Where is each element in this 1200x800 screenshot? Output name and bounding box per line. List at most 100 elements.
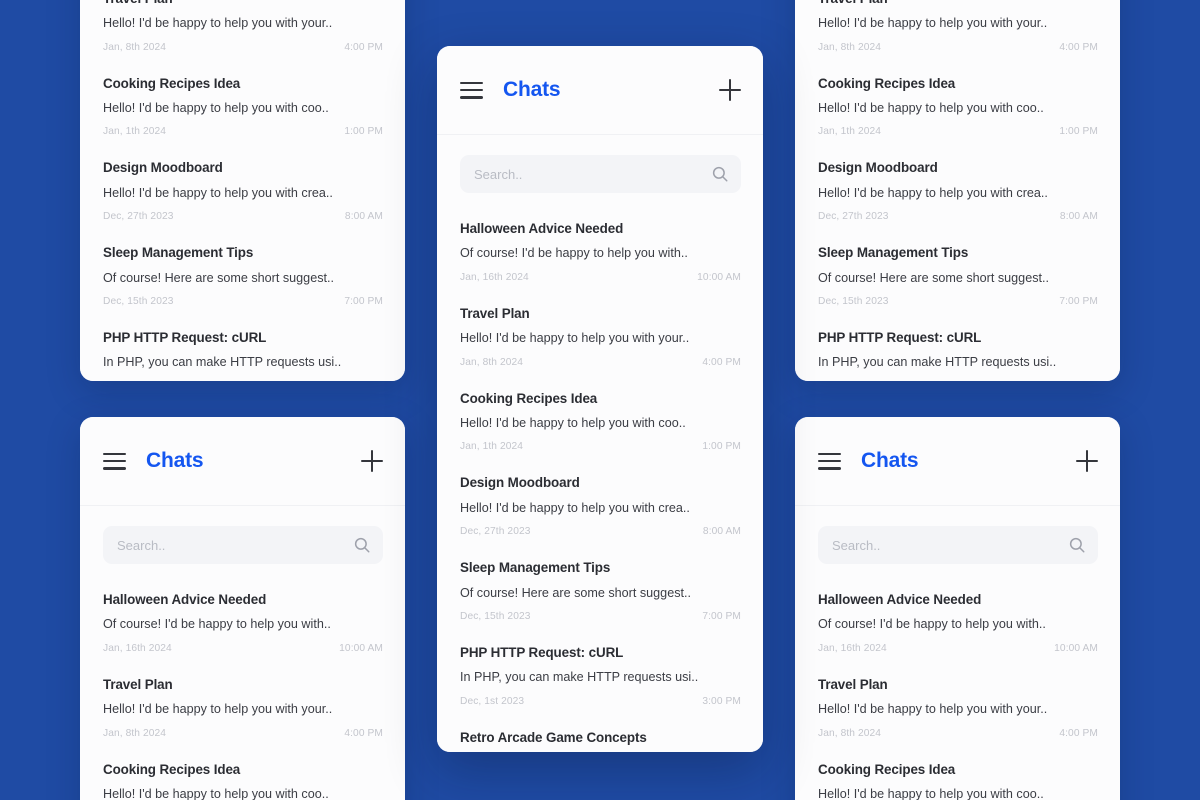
chat-item-date: Jan, 8th 2024 bbox=[818, 41, 882, 53]
search-bar[interactable] bbox=[460, 155, 741, 193]
chat-item-date: Jan, 16th 2024 bbox=[818, 642, 887, 654]
chat-list-item[interactable]: Cooking Recipes Idea Hello! I'd be happy … bbox=[818, 65, 1098, 150]
search-bar[interactable] bbox=[103, 526, 383, 564]
chat-list-item[interactable]: Sleep Management Tips Of course! Here are… bbox=[103, 234, 383, 319]
hamburger-menu-button[interactable] bbox=[460, 81, 483, 99]
chat-list-item[interactable]: Cooking Recipes Idea Hello! I'd be happy … bbox=[103, 65, 383, 150]
chat-item-meta: Jan, 16th 2024 10:00 AM bbox=[460, 272, 741, 283]
chat-item-date: Dec, 27th 2023 bbox=[818, 211, 889, 223]
chat-list-item[interactable]: Halloween Advice Needed Of course! I'd be… bbox=[103, 581, 383, 666]
chat-list-item[interactable]: Cooking Recipes Idea Hello! I'd be happy … bbox=[460, 380, 741, 465]
chat-item-title: PHP HTTP Request: cURL bbox=[460, 644, 624, 660]
chat-list-item[interactable]: Cooking Recipes Idea Hello! I'd be happy … bbox=[818, 751, 1098, 800]
search-icon[interactable] bbox=[711, 165, 729, 183]
hamburger-menu-icon bbox=[460, 81, 483, 99]
chat-item-preview: Hello! I'd be happy to help you with you… bbox=[103, 16, 333, 31]
page-title: Chats bbox=[146, 449, 204, 472]
chat-list-item[interactable]: Travel Plan Hello! I'd be happy to help y… bbox=[103, 0, 383, 65]
plus-icon bbox=[1076, 450, 1098, 472]
chat-item-time: 10:00 AM bbox=[339, 642, 383, 654]
phone-mockup-top-right: Chats Halloween Advice NeededOf course! … bbox=[795, 0, 1120, 381]
search-section bbox=[437, 135, 763, 202]
chat-item-title: Cooking Recipes Idea bbox=[818, 761, 956, 777]
chat-item-date: Jan, 1th 2024 bbox=[460, 441, 524, 453]
chat-item-date: Jan, 8th 2024 bbox=[818, 727, 882, 739]
chat-item-meta: Jan, 8th 2024 4:00 PM bbox=[818, 42, 1098, 53]
app-header: Chats bbox=[795, 417, 1120, 506]
chat-item-preview: Hello! I'd be happy to help you with you… bbox=[460, 331, 690, 346]
chat-item-meta: Dec, 27th 2023 8:00 AM bbox=[103, 211, 383, 222]
search-input[interactable] bbox=[832, 537, 1084, 553]
new-chat-button[interactable] bbox=[1076, 450, 1098, 472]
chat-list-item[interactable]: Halloween Advice Needed Of course! I'd be… bbox=[460, 210, 741, 295]
chat-item-time: 4:00 PM bbox=[1059, 727, 1098, 739]
chat-item-date: Jan, 1th 2024 bbox=[818, 126, 882, 138]
phone-mockup-top-left: Chats Halloween Advice NeededOf course! … bbox=[80, 0, 405, 381]
new-chat-button[interactable] bbox=[719, 79, 741, 101]
new-chat-button[interactable] bbox=[361, 450, 383, 472]
hamburger-menu-button[interactable] bbox=[103, 452, 126, 470]
chat-item-meta: Dec, 15th 2023 7:00 PM bbox=[818, 296, 1098, 307]
chat-list-item[interactable]: Travel Plan Hello! I'd be happy to help y… bbox=[818, 666, 1098, 751]
plus-icon bbox=[361, 450, 383, 472]
chat-item-title: PHP HTTP Request: cURL bbox=[103, 329, 267, 345]
chat-list-item[interactable]: Sleep Management Tips Of course! Here are… bbox=[460, 549, 741, 634]
chat-list-item[interactable]: PHP HTTP Request: cURL In PHP, you can ma… bbox=[103, 319, 383, 381]
chat-item-preview: In PHP, you can make HTTP requests usi.. bbox=[103, 355, 342, 370]
chat-item-time: 1:00 PM bbox=[344, 126, 383, 138]
chat-item-preview: Of course! I'd be happy to help you with… bbox=[460, 246, 688, 261]
chat-list-item[interactable]: PHP HTTP Request: cURL In PHP, you can ma… bbox=[818, 319, 1098, 381]
hamburger-menu-button[interactable] bbox=[818, 452, 841, 470]
search-input[interactable] bbox=[474, 166, 727, 182]
chat-list-item[interactable]: Design Moodboard Hello! I'd be happy to h… bbox=[103, 149, 383, 234]
chat-item-preview: Hello! I'd be happy to help you with cre… bbox=[818, 185, 1048, 200]
chat-list-item[interactable]: Sleep Management Tips Of course! Here are… bbox=[818, 234, 1098, 319]
chat-item-title: Sleep Management Tips bbox=[460, 560, 611, 576]
chat-item-time: 1:00 PM bbox=[1059, 126, 1098, 138]
chat-item-date: Dec, 15th 2023 bbox=[103, 295, 174, 307]
chat-list-item[interactable]: PHP HTTP Request: cURL In PHP, you can ma… bbox=[460, 634, 741, 719]
chat-item-title: Cooking Recipes Idea bbox=[103, 75, 241, 91]
chat-list-item[interactable]: Travel Plan Hello! I'd be happy to help y… bbox=[460, 295, 741, 380]
chat-item-preview: Hello! I'd be happy to help you with cre… bbox=[103, 185, 333, 200]
chat-item-preview: Of course! Here are some short suggest.. bbox=[818, 270, 1049, 285]
chat-item-meta: Dec, 15th 2023 7:00 PM bbox=[460, 611, 741, 622]
chat-list-item[interactable]: Design Moodboard Hello! I'd be happy to h… bbox=[818, 149, 1098, 234]
chat-list-item[interactable]: Cooking Recipes Idea Hello! I'd be happy … bbox=[103, 751, 383, 800]
chat-item-meta: Dec, 15th 2023 7:00 PM bbox=[103, 296, 383, 307]
chat-item-title: Halloween Advice Needed bbox=[818, 592, 982, 607]
chat-list-item[interactable]: Retro Arcade Game ConceptsPixel Pioneers… bbox=[460, 719, 741, 752]
search-icon[interactable] bbox=[1068, 536, 1086, 554]
phone-mockup-bottom-left: Chats Halloween Advice Needed Of course! … bbox=[80, 417, 405, 800]
search-input[interactable] bbox=[117, 537, 369, 553]
chat-item-date: Dec, 27th 2023 bbox=[460, 526, 531, 538]
chat-item-meta: Jan, 1th 2024 1:00 PM bbox=[460, 441, 741, 452]
search-icon[interactable] bbox=[353, 536, 371, 554]
chat-item-preview: Of course! Here are some short suggest.. bbox=[103, 270, 334, 285]
plus-icon bbox=[719, 79, 741, 101]
chat-item-preview: In PHP, you can make HTTP requests usi.. bbox=[818, 355, 1057, 370]
chat-list-item[interactable]: Design Moodboard Hello! I'd be happy to h… bbox=[460, 464, 741, 549]
search-bar[interactable] bbox=[818, 526, 1098, 564]
search-section bbox=[795, 506, 1120, 573]
chat-item-preview: Of course! I'd be happy to help you with… bbox=[818, 617, 1046, 632]
mockup-stage: Chats Halloween Advice Needed Of course! … bbox=[0, 0, 1200, 800]
chat-item-title: Design Moodboard bbox=[818, 160, 938, 176]
chat-item-time: 4:00 PM bbox=[344, 727, 383, 739]
chat-item-preview: Hello! I'd be happy to help you with coo… bbox=[103, 100, 329, 115]
chat-item-time: 3:00 PM bbox=[702, 695, 741, 707]
chat-list-item[interactable]: Halloween Advice Needed Of course! I'd be… bbox=[818, 581, 1098, 666]
chat-list-item[interactable]: Travel Plan Hello! I'd be happy to help y… bbox=[103, 666, 383, 751]
chat-item-time: 4:00 PM bbox=[1059, 41, 1098, 53]
chat-item-meta: Dec, 27th 2023 8:00 AM bbox=[460, 526, 741, 537]
chat-item-meta: Jan, 16th 2024 10:00 AM bbox=[818, 643, 1098, 654]
chat-item-meta: Jan, 1th 2024 1:00 PM bbox=[818, 126, 1098, 137]
chat-list-item[interactable]: Travel Plan Hello! I'd be happy to help y… bbox=[818, 0, 1098, 65]
chat-item-preview: Hello! I'd be happy to help you with cre… bbox=[460, 500, 690, 515]
chat-item-time: 8:00 AM bbox=[702, 526, 741, 538]
chat-item-preview: Of course! Here are some short suggest.. bbox=[460, 585, 691, 600]
page-title: Chats bbox=[503, 78, 561, 101]
chat-item-preview: Hello! I'd be happy to help you with coo… bbox=[818, 786, 1044, 800]
chat-item-meta: Dec, 1st 2023 3:00 PM bbox=[460, 696, 741, 707]
chat-item-title: Cooking Recipes Idea bbox=[103, 761, 241, 777]
